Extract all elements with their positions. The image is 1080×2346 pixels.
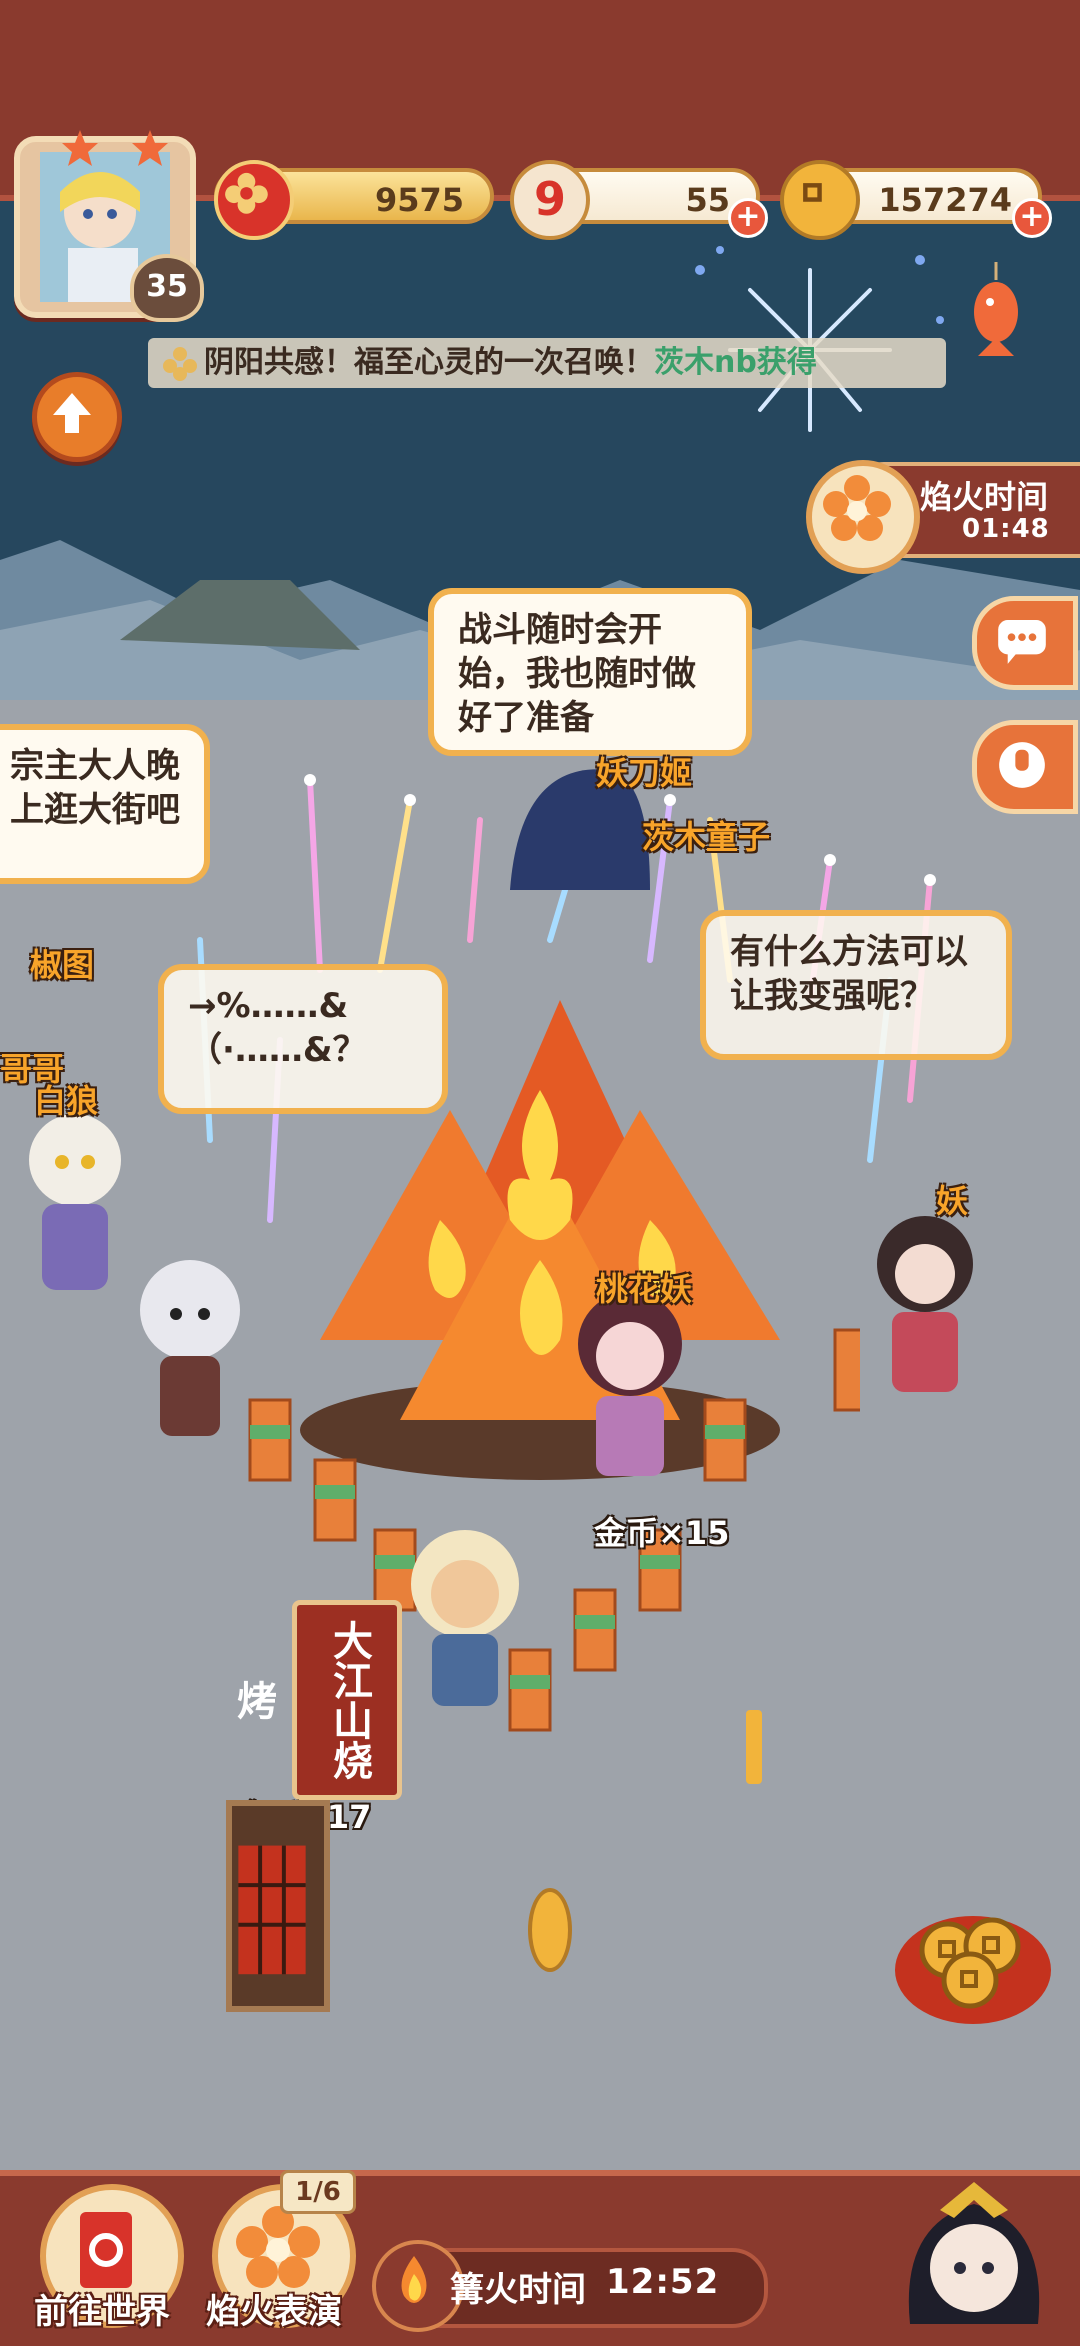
speech-bubble-street: 宗主大人晚上逛大街吧 bbox=[0, 724, 210, 884]
speech-bubble-battle: 战斗随时会开始，我也随时做好了准备 bbox=[428, 588, 752, 756]
scroll-nine-icon: 9 bbox=[510, 160, 590, 240]
fireworks-show-label: 焰火表演 bbox=[206, 2292, 342, 2332]
grill-rack-icon bbox=[238, 1845, 306, 1975]
name-tag-bailang: 白狼 bbox=[34, 1082, 99, 1120]
name-tag-jiaotu: 椒图 bbox=[30, 946, 95, 984]
name-tag-yaodaoji: 妖刀姬 bbox=[596, 754, 693, 792]
fireworks-count-badge: 1/6 bbox=[280, 2170, 356, 2214]
bbq-stall-banner: 大江山烧烤 bbox=[230, 1600, 402, 1800]
speech-bubble-stronger: 有什么方法可以让我变强呢？ bbox=[700, 910, 1012, 1060]
coin-treasure-icon[interactable] bbox=[888, 1880, 1058, 2030]
name-tag-ibaraki: 茨木童子 bbox=[642, 818, 771, 856]
speech-bubble-garbled: →%……&（·……&？ bbox=[158, 964, 448, 1114]
character-shiki[interactable] bbox=[20, 1100, 130, 1300]
character-ibaraki[interactable] bbox=[390, 1520, 540, 1710]
character-yao[interactable] bbox=[860, 1200, 990, 1400]
gold-coin-icon bbox=[780, 160, 860, 240]
character-bailang[interactable] bbox=[120, 1250, 260, 1440]
gold-coin-pickup[interactable] bbox=[528, 1888, 572, 1972]
campfire-countdown: 12:52 bbox=[606, 2262, 720, 2302]
gold-bar-pickup[interactable] bbox=[746, 1710, 762, 1784]
name-tag-taohuayao: 桃花妖 bbox=[596, 1270, 693, 1308]
bbq-grill[interactable] bbox=[226, 1800, 330, 2012]
announcement-marquee: 阴阳共感！福至心灵的一次召唤！茨木nb获得 bbox=[148, 338, 946, 388]
magatama-flower-icon bbox=[214, 160, 294, 240]
fire-time-label: 焰火时间 bbox=[920, 478, 1049, 516]
up-arrow-icon bbox=[53, 393, 91, 433]
gift-button[interactable] bbox=[972, 720, 1078, 814]
fire-time-countdown: 01:48 bbox=[962, 514, 1050, 544]
name-tag-yao: 妖 bbox=[936, 1182, 969, 1220]
npc-portrait-icon[interactable] bbox=[890, 2164, 1058, 2334]
go-world-label: 前往世界 bbox=[34, 2292, 170, 2332]
avatar-star-frame-icon bbox=[62, 130, 168, 166]
chat-bubble-icon bbox=[998, 620, 1046, 664]
marquee-highlight: 茨木nb获得 bbox=[654, 345, 817, 380]
marquee-text: 阴阳共感！福至心灵的一次召唤！ bbox=[204, 345, 654, 380]
firework-flower-icon[interactable] bbox=[806, 460, 920, 574]
gift-bag-icon bbox=[999, 742, 1045, 788]
add-scroll-button[interactable]: + bbox=[728, 198, 768, 238]
lantern-upgrade-button[interactable] bbox=[32, 372, 122, 462]
add-gold-button[interactable]: + bbox=[1012, 198, 1052, 238]
chat-button[interactable] bbox=[972, 596, 1078, 690]
campfire-time-label: 篝火时间 bbox=[450, 2270, 586, 2310]
koi-fish-icon[interactable] bbox=[966, 262, 1026, 358]
character-taohuayao[interactable] bbox=[560, 1280, 700, 1480]
flower-icon bbox=[163, 347, 197, 381]
bonfire-coins-text: 金币×15 bbox=[594, 1514, 730, 1552]
player-level-badge: 35 bbox=[130, 254, 204, 322]
